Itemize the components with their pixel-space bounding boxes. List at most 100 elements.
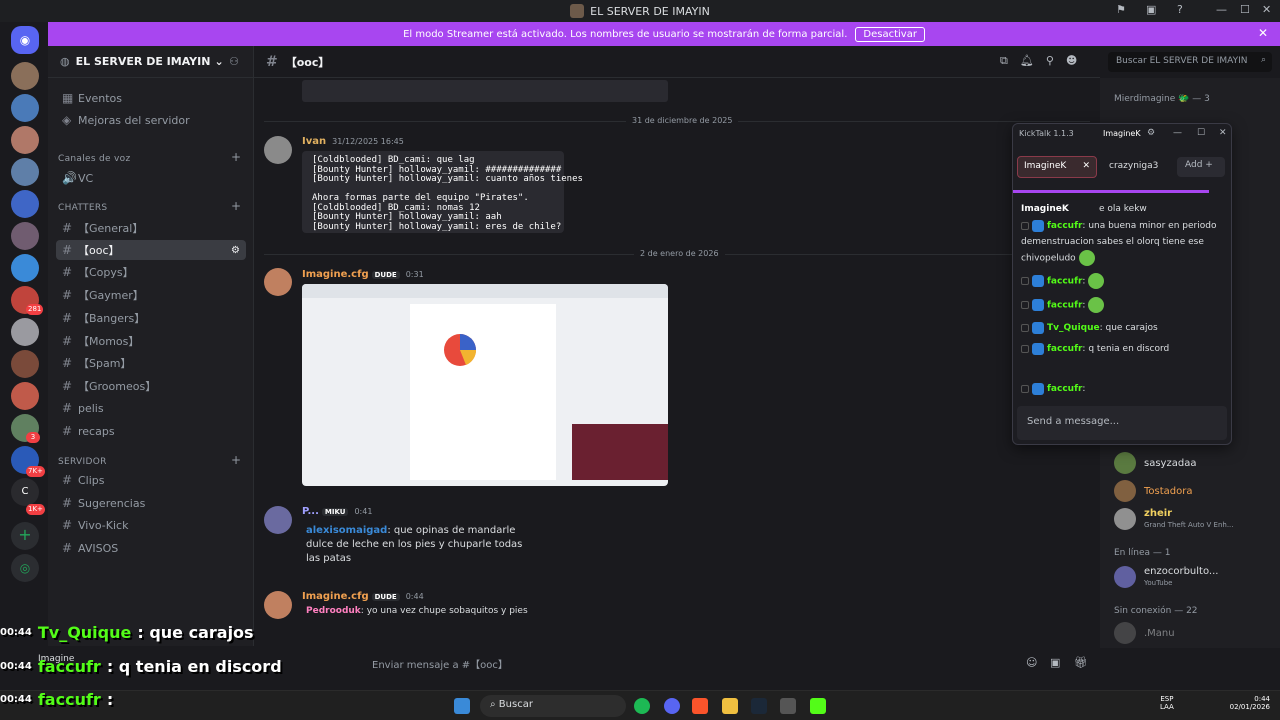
maximize-icon[interactable]: ☐	[1240, 3, 1250, 16]
boosts-item[interactable]: ◈ Mejoras del servidor	[56, 110, 246, 130]
window-icon[interactable]: ▣	[1146, 3, 1156, 16]
members-icon[interactable]: ☻	[1066, 54, 1077, 68]
close-icon[interactable]: ✕	[1219, 128, 1227, 138]
channel-gaymer[interactable]: # 【Gaymer】	[56, 285, 246, 305]
steam-icon[interactable]	[751, 698, 767, 714]
kick-tab[interactable]: crazyniga3	[1109, 161, 1158, 171]
minimize-icon[interactable]: —	[1173, 128, 1182, 138]
channel-ooc[interactable]: # 【ooc】 ⚙	[56, 240, 246, 260]
settings-icon[interactable]: ⚙	[1147, 128, 1155, 138]
kick-username[interactable]: faccufr	[1047, 344, 1082, 354]
help-icon[interactable]: ?	[1177, 3, 1183, 16]
kicktalk-user[interactable]: ImagineK	[1103, 129, 1141, 138]
previous-image-attachment[interactable]	[302, 80, 668, 102]
language-indicator[interactable]: ESP LAA	[1160, 695, 1174, 711]
kick-message-input[interactable]: Send a message...	[1017, 406, 1227, 440]
server-icon[interactable]	[11, 190, 39, 218]
server-icon[interactable]	[11, 94, 39, 122]
add-tab-button[interactable]: Add +	[1177, 157, 1225, 177]
image-attachment[interactable]: [Coldblooded] BD_cami: que lag [Bounty H…	[302, 151, 583, 233]
clock[interactable]: 0:44 02/01/2026	[1222, 695, 1270, 711]
kick-username[interactable]: faccufr	[1047, 384, 1082, 394]
voice-category[interactable]: Canales de voz	[58, 154, 130, 164]
discord-icon[interactable]	[664, 698, 680, 714]
channel-copys[interactable]: # 【Copys】	[56, 262, 246, 282]
server-icon[interactable]	[11, 62, 39, 90]
gif-icon[interactable]: ▣	[1050, 656, 1060, 669]
threads-icon[interactable]: ⧉	[1000, 54, 1008, 68]
invite-icon[interactable]: ⚇	[229, 55, 239, 68]
banner-close-icon[interactable]: ✕	[1258, 26, 1268, 40]
events-item[interactable]: ▦ Eventos	[56, 88, 246, 108]
add-channel-icon[interactable]: +	[231, 199, 241, 213]
deactivate-button[interactable]: Desactivar	[855, 26, 925, 42]
message-input[interactable]: Enviar mensaje a #【ooc】	[372, 656, 508, 671]
explore-icon[interactable]: ◎	[11, 554, 39, 582]
server-icon[interactable]: C	[11, 478, 39, 506]
inbox-icon[interactable]: ⚑	[1116, 3, 1126, 16]
message-author[interactable]: Ivan 31/12/2025 16:45	[302, 136, 404, 147]
tab-close-icon[interactable]: ✕	[1082, 161, 1090, 171]
member-item[interactable]: .Manu	[1114, 622, 1175, 644]
start-icon[interactable]	[454, 698, 470, 714]
channel-pelis[interactable]: # pelis	[56, 398, 246, 418]
channel-general[interactable]: # 【General】	[56, 218, 246, 238]
channel-clips[interactable]: # Clips	[56, 470, 246, 490]
member-item[interactable]: zheir Grand Theft Auto V Enh...	[1114, 508, 1234, 530]
search-input[interactable]: Buscar EL SERVER DE IMAYIN ⌕	[1108, 52, 1272, 72]
kick-tab-active[interactable]: ImagineK ✕	[1017, 156, 1097, 178]
brave-icon[interactable]	[692, 698, 708, 714]
kick-username[interactable]: faccufr	[1047, 221, 1082, 231]
gift-icon[interactable]: 🎁︎	[1074, 656, 1088, 669]
channel-momos[interactable]: # 【Momos】	[56, 331, 246, 351]
server-icon[interactable]	[11, 254, 39, 282]
kick-username[interactable]: Tv_Quique	[1047, 323, 1100, 333]
channel-vc[interactable]: 🔊 VC	[56, 168, 246, 188]
message-author[interactable]: P... MIKU 0:41	[302, 506, 372, 517]
member-item[interactable]: Tostadora	[1114, 480, 1193, 502]
avatar[interactable]	[264, 591, 292, 619]
avatar[interactable]	[264, 506, 292, 534]
app-icon[interactable]	[780, 698, 796, 714]
channel-recaps[interactable]: # recaps	[56, 421, 246, 441]
server-icon[interactable]	[11, 382, 39, 410]
message-author[interactable]: Imagine.cfg DUDE 0:44	[302, 591, 424, 602]
spotify-icon[interactable]	[634, 698, 650, 714]
server-category[interactable]: SERVIDOR	[58, 457, 107, 467]
server-icon[interactable]	[11, 350, 39, 378]
pin-icon[interactable]: ⚲	[1046, 54, 1054, 68]
channel-sugerencias[interactable]: # Sugerencias	[56, 493, 246, 513]
server-icon[interactable]	[11, 158, 39, 186]
kick-username[interactable]: faccufr	[1047, 301, 1082, 311]
add-channel-icon[interactable]: +	[231, 453, 241, 467]
folder-icon[interactable]	[722, 698, 738, 714]
server-icon[interactable]	[11, 318, 39, 346]
channel-groomeos[interactable]: # 【Groomeos】	[56, 376, 246, 396]
chatters-category[interactable]: CHATTERS	[58, 203, 107, 213]
bell-icon[interactable]: 🔔︎	[1020, 54, 1034, 68]
server-icon[interactable]	[11, 222, 39, 250]
channel-bangers[interactable]: # 【Bangers】	[56, 308, 246, 328]
server-header[interactable]: ◍ EL SERVER DE IMAYIN ⌄ ⚇	[48, 46, 253, 78]
channel-avisos[interactable]: # AVISOS	[56, 538, 246, 558]
settings-icon[interactable]: ⚙	[231, 245, 240, 256]
screenshot-attachment[interactable]	[302, 284, 668, 486]
channel-vivo-kick[interactable]: # Vivo-Kick	[56, 515, 246, 535]
add-server-icon[interactable]: +	[11, 522, 39, 550]
kick-username[interactable]: faccufr	[1047, 277, 1082, 287]
kick-icon[interactable]	[810, 698, 826, 714]
member-item[interactable]: enzocorbulto... YouTube	[1114, 566, 1218, 588]
channel-spam[interactable]: # 【Spam】	[56, 353, 246, 373]
emoji-icon[interactable]: ☺	[1026, 656, 1037, 669]
close-icon[interactable]: ✕	[1262, 3, 1271, 16]
maximize-icon[interactable]: ☐	[1197, 128, 1205, 138]
discord-home-icon[interactable]: ◉	[11, 26, 39, 54]
message-author[interactable]: Imagine.cfg DUDE 0:31	[302, 269, 424, 280]
minimize-icon[interactable]: —	[1216, 3, 1227, 16]
server-icon[interactable]	[11, 126, 39, 154]
member-item[interactable]: sasyzadaa	[1114, 452, 1196, 474]
avatar[interactable]	[264, 268, 292, 296]
taskbar-search[interactable]: ⌕ Buscar	[480, 695, 626, 717]
add-channel-icon[interactable]: +	[231, 150, 241, 164]
avatar[interactable]	[264, 136, 292, 164]
